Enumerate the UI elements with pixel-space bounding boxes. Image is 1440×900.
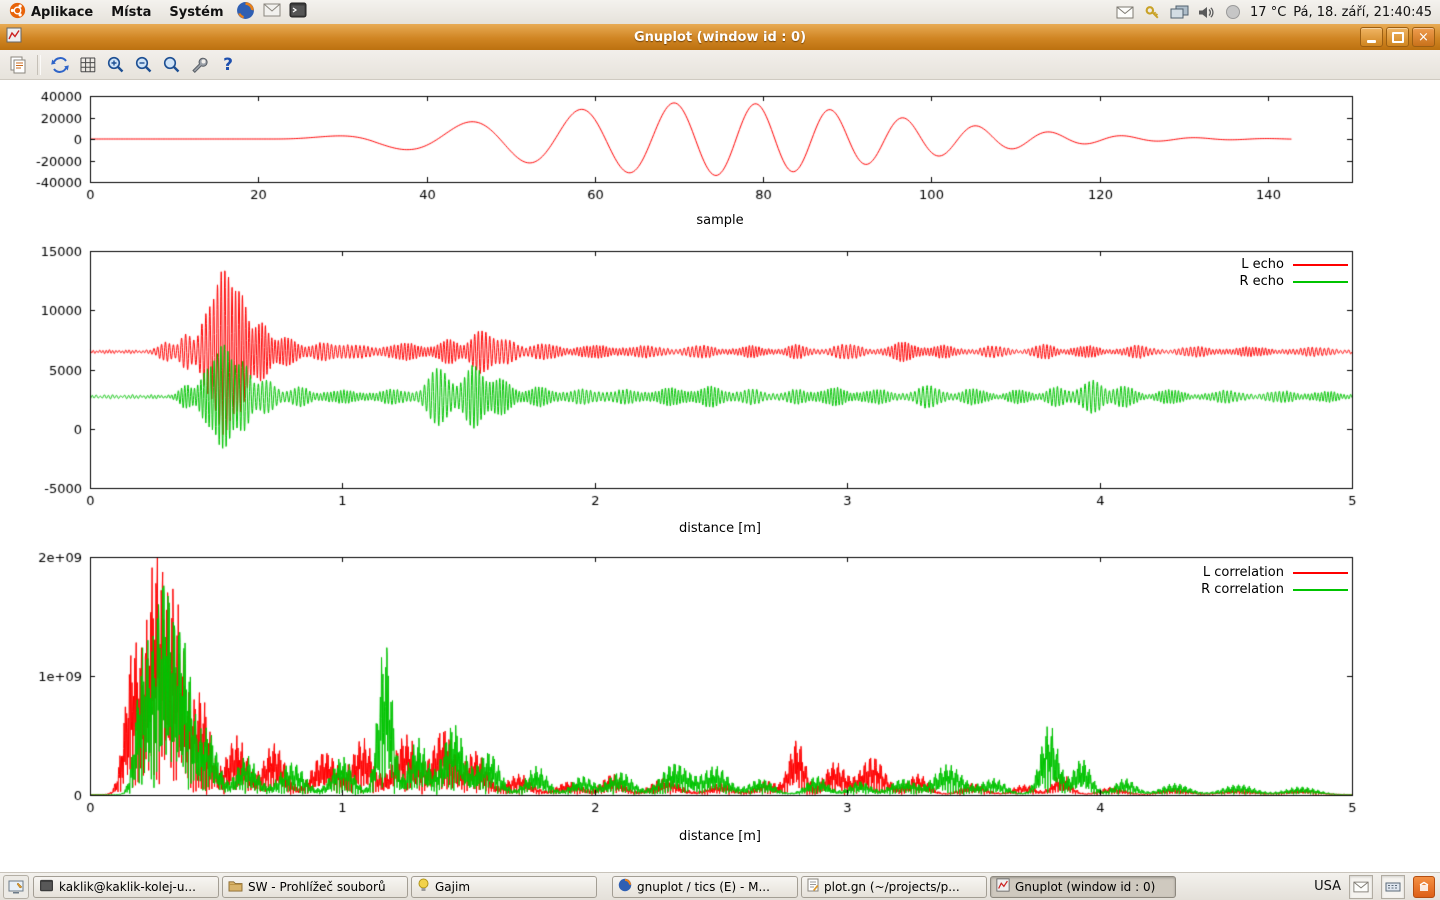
terminal-icon <box>289 2 307 22</box>
firefox-icon <box>236 1 255 24</box>
ubuntu-logo-icon <box>9 2 26 23</box>
legend-line-sample <box>1293 264 1348 266</box>
settings-wrench-button[interactable] <box>187 52 213 78</box>
correlation-xlabel: distance [m] <box>0 829 1440 844</box>
waveform-chart-canvas[interactable] <box>0 80 1440 230</box>
close-button[interactable]: × <box>1412 27 1435 47</box>
grid-toggle-button[interactable] <box>75 52 101 78</box>
legend-label: L echo <box>1241 258 1284 271</box>
gajim-icon <box>417 878 430 895</box>
file-manager-icon <box>228 879 243 895</box>
show-desktop-button[interactable] <box>3 875 29 899</box>
notification-applet-icon[interactable] <box>1413 876 1435 898</box>
waveform-chart: sample <box>0 80 1440 230</box>
correlation-chart: L correlation R correlation distance [m] <box>0 550 1440 860</box>
keyboard-tray-icon[interactable] <box>1381 875 1405 899</box>
weather-icon[interactable] <box>1223 2 1243 22</box>
echo-chart-canvas[interactable] <box>0 240 1440 540</box>
legend-label: L correlation <box>1203 566 1284 579</box>
taskbar-tray: USA <box>1314 875 1437 899</box>
system-menu[interactable]: Systém <box>160 0 232 24</box>
echo-xlabel: distance [m] <box>0 521 1440 536</box>
desktop: Aplikace Místa Systém <box>0 0 1440 900</box>
text-editor-icon <box>807 878 819 895</box>
toolbar-separator <box>37 55 41 75</box>
legend-entry-r-echo: R echo <box>1239 275 1348 288</box>
mail-notification-icon[interactable] <box>1115 2 1135 22</box>
places-menu[interactable]: Místa <box>102 0 160 24</box>
zoom-out-button[interactable] <box>131 52 157 78</box>
window-title: Gnuplot (window id : 0) <box>0 30 1440 45</box>
window-controls: × <box>1360 27 1440 47</box>
legend-line-sample <box>1293 572 1348 574</box>
maximize-button[interactable] <box>1386 27 1409 47</box>
legend-entry-l-echo: L echo <box>1241 258 1348 271</box>
mail-icon <box>263 3 281 21</box>
gnuplot-toolbar: ? <box>0 50 1440 80</box>
task-button-terminal[interactable]: kaklik@kaklik-kolej-u... <box>33 876 219 898</box>
legend-line-sample <box>1293 281 1348 283</box>
echo-chart: L echo R echo distance [m] <box>0 240 1440 540</box>
temperature-label[interactable]: 17 °C <box>1250 5 1286 20</box>
volume-icon[interactable] <box>1196 2 1216 22</box>
task-button-editor[interactable]: plot.gn (~/projects/p... <box>801 876 987 898</box>
echo-legend: L echo R echo <box>1239 258 1348 288</box>
window-titlebar[interactable]: Gnuplot (window id : 0) × <box>0 24 1440 51</box>
refresh-button[interactable] <box>47 52 73 78</box>
system-menu-label: Systém <box>169 5 223 20</box>
keyring-icon[interactable] <box>1142 2 1162 22</box>
gnuplot-icon <box>996 878 1010 895</box>
top-panel: Aplikace Místa Systém <box>0 0 1440 25</box>
applications-menu[interactable]: Aplikace <box>0 0 102 24</box>
legend-label: R correlation <box>1201 583 1284 596</box>
task-button-file-manager[interactable]: SW - Prohlížeč souborů <box>222 876 408 898</box>
terminal-icon <box>39 879 54 895</box>
clock-label[interactable]: Pá, 18. září, 21:40:45 <box>1293 5 1432 20</box>
mail-tray-icon[interactable] <box>1349 875 1373 899</box>
legend-line-sample <box>1293 589 1348 591</box>
copy-to-clipboard-button[interactable] <box>5 52 31 78</box>
display-icon[interactable] <box>1169 2 1189 22</box>
email-launcher[interactable] <box>261 1 283 23</box>
firefox-icon <box>618 878 632 895</box>
places-menu-label: Místa <box>111 5 151 20</box>
task-button-gajim[interactable]: Gajim <box>411 876 597 898</box>
applications-menu-label: Aplikace <box>31 5 93 20</box>
gnuplot-window-icon <box>6 27 22 47</box>
legend-label: R echo <box>1239 275 1284 288</box>
correlation-legend: L correlation R correlation <box>1201 566 1348 596</box>
keyboard-layout-indicator[interactable]: USA <box>1314 879 1341 894</box>
taskbar: kaklik@kaklik-kolej-u... SW - Prohlížeč … <box>0 872 1440 900</box>
zoom-reset-button[interactable] <box>159 52 185 78</box>
firefox-launcher[interactable] <box>235 1 257 23</box>
gnuplot-canvas-area: sample L echo R echo distance [m] L corr <box>0 80 1440 872</box>
help-question-label: ? <box>223 55 233 75</box>
task-button-browser[interactable]: gnuplot / tics (E) - M... <box>612 876 798 898</box>
legend-entry-l-correlation: L correlation <box>1203 566 1348 579</box>
task-button-gnuplot[interactable]: Gnuplot (window id : 0) <box>990 876 1176 898</box>
waveform-xlabel: sample <box>0 213 1440 228</box>
terminal-launcher[interactable] <box>287 1 309 23</box>
panel-status-area: 17 °C Pá, 18. září, 21:40:45 <box>1115 2 1440 22</box>
zoom-in-button[interactable] <box>103 52 129 78</box>
legend-entry-r-correlation: R correlation <box>1201 583 1348 596</box>
minimize-button[interactable] <box>1360 27 1383 47</box>
help-button[interactable]: ? <box>215 52 241 78</box>
